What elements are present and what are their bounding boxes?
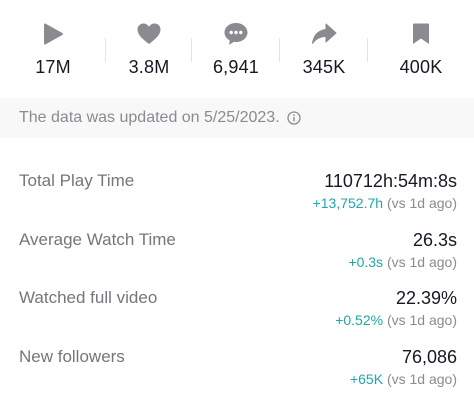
stat-value: 6,941 (212, 57, 260, 77)
stat-likes: 3.8M (106, 0, 192, 96)
info-icon[interactable] (287, 111, 301, 125)
metric-value: 110712h:54m:8s (324, 171, 457, 191)
stat-value: 3.8M (128, 57, 170, 77)
delta-compare: (vs 1d ago) (383, 371, 457, 387)
comment-icon (222, 20, 250, 48)
metric-label: Total Play Time (19, 171, 135, 190)
data-update-banner: The data was updated on 5/25/2023. (0, 98, 474, 138)
metric-watched-full-video: Watched full video 22.39% +0.52% (vs 1d … (0, 288, 474, 338)
update-text: The data was updated on 5/25/2023. (19, 109, 280, 126)
stat-value: 17M (35, 57, 71, 77)
stat-comments: 6,941 (192, 0, 280, 96)
share-icon (310, 20, 338, 48)
stat-value: 400K (399, 57, 443, 77)
metric-new-followers: New followers 76,086 +65K (vs 1d ago) (0, 347, 474, 397)
metric-delta: +13,752.7h (vs 1d ago) (313, 195, 457, 211)
delta-compare: (vs 1d ago) (383, 312, 457, 328)
metric-value: 76,086 (401, 347, 457, 367)
stat-shares: 345K (280, 0, 368, 96)
video-stats-row: 17M 3.8M 6,941 345K 400K (0, 0, 474, 96)
delta-compare: (vs 1d ago) (383, 195, 457, 211)
metric-label: Watched full video (19, 288, 158, 307)
metric-label: Average Watch Time (19, 230, 176, 249)
stat-value: 345K (302, 57, 346, 77)
metric-delta: +65K (vs 1d ago) (350, 371, 457, 387)
metric-delta: +0.52% (vs 1d ago) (335, 312, 457, 328)
delta-change: +0.3s (348, 254, 384, 270)
delta-change: +65K (349, 371, 384, 387)
delta-compare: (vs 1d ago) (383, 254, 457, 270)
delta-change: +0.52% (335, 312, 384, 328)
heart-icon (135, 20, 163, 48)
metric-value: 22.39% (395, 288, 457, 308)
delta-change: +13,752.7h (312, 195, 384, 211)
play-icon (39, 20, 67, 48)
metric-average-watch-time: Average Watch Time 26.3s +0.3s (vs 1d ag… (0, 230, 474, 280)
metric-value: 26.3s (412, 230, 457, 250)
stat-saves: 400K (368, 0, 474, 96)
bookmark-icon (407, 20, 435, 48)
stat-views: 17M (0, 0, 106, 96)
metric-total-play-time: Total Play Time 110712h:54m:8s +13,752.7… (0, 171, 474, 221)
metric-delta: +0.3s (vs 1d ago) (348, 254, 457, 270)
metric-label: New followers (19, 347, 125, 366)
